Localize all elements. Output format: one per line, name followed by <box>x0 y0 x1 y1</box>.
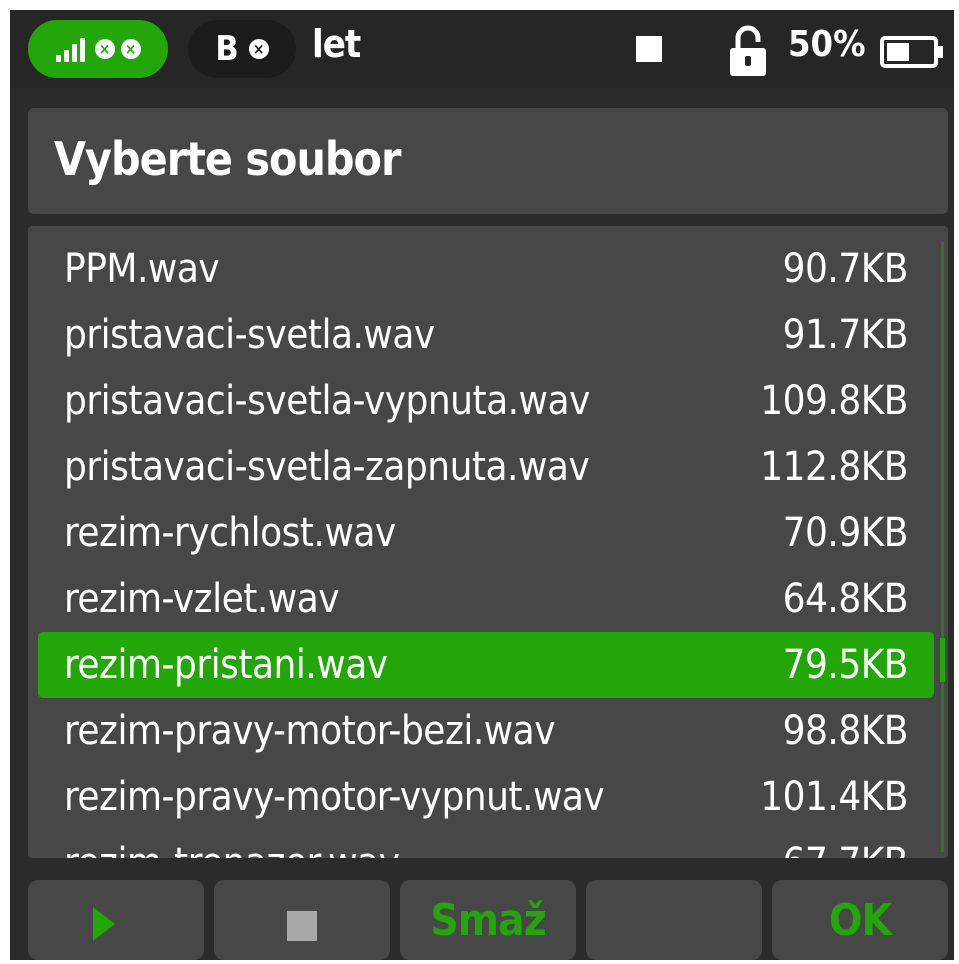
radio-screen: × × B × let 50% Vyberte soubor PPM.wav 9… <box>10 10 954 960</box>
file-size: 79.5KB <box>782 642 909 688</box>
signal-bars-icon <box>55 36 85 62</box>
dialog-title: Vyberte soubor <box>54 132 401 186</box>
file-row[interactable]: pristavaci-svetla-zapnuta.wav 112.8KB <box>38 434 934 500</box>
file-size: 91.7KB <box>782 312 909 358</box>
file-row[interactable]: PPM.wav 90.7KB <box>38 236 934 302</box>
bind-status-pill[interactable]: B × <box>188 20 296 78</box>
model-name[interactable]: let <box>312 22 361 66</box>
file-row[interactable]: rezim-rychlost.wav 70.9KB <box>38 500 934 566</box>
file-size: 67.7KB <box>783 840 909 858</box>
file-name: pristavaci-svetla-vypnuta.wav <box>64 378 590 424</box>
scrollbar-track[interactable] <box>941 242 944 852</box>
file-row[interactable]: rezim-pravy-motor-vypnut.wav 101.4KB <box>38 764 934 830</box>
scrollbar-thumb[interactable] <box>940 638 945 682</box>
file-name: rezim-pristani.wav <box>64 642 388 688</box>
file-name: pristavaci-svetla.wav <box>64 312 435 358</box>
battery-percent: 50% <box>788 24 866 65</box>
receiver-status-pill[interactable]: × × <box>28 20 168 78</box>
file-row[interactable]: rezim-pravy-motor-bezi.wav 98.8KB <box>38 698 934 764</box>
ok-button[interactable]: OK <box>772 880 948 960</box>
file-size: 109.8KB <box>760 378 908 424</box>
bind-label: B <box>215 29 239 69</box>
delete-button[interactable]: Smaž <box>400 880 576 960</box>
stop-button[interactable] <box>214 880 390 960</box>
file-size: 64.8KB <box>782 576 909 622</box>
file-name: pristavaci-svetla-zapnuta.wav <box>64 444 590 490</box>
play-button[interactable] <box>28 880 204 960</box>
dialog-header: Vyberte soubor <box>28 108 948 214</box>
delete-label: Smaž <box>430 894 546 946</box>
file-row-selected[interactable]: rezim-pristani.wav 79.5KB <box>38 632 934 698</box>
file-row[interactable]: pristavaci-svetla.wav 91.7KB <box>38 302 934 368</box>
stop-icon <box>287 911 317 941</box>
file-name: rezim-trenazer.wav <box>64 840 400 858</box>
x-circle-icon: × <box>120 39 141 59</box>
file-list[interactable]: PPM.wav 90.7KB pristavaci-svetla.wav 91.… <box>28 226 948 858</box>
empty-button[interactable] <box>586 880 762 960</box>
file-name: rezim-rychlost.wav <box>64 510 396 556</box>
file-row[interactable]: rezim-vzlet.wav 64.8KB <box>38 566 934 632</box>
file-size: 70.9KB <box>782 510 909 556</box>
file-row[interactable]: rezim-trenazer.wav 67.7KB <box>38 830 934 858</box>
play-icon <box>93 907 115 941</box>
file-size: 112.8KB <box>760 444 908 490</box>
file-size: 101.4KB <box>760 774 908 820</box>
file-size: 90.7KB <box>782 246 909 292</box>
file-name: rezim-vzlet.wav <box>64 576 340 622</box>
battery-icon <box>880 36 943 68</box>
stop-square-icon <box>636 36 662 62</box>
file-name: PPM.wav <box>64 246 220 292</box>
file-name: rezim-pravy-motor-vypnut.wav <box>64 774 605 820</box>
status-bar: × × B × let 50% <box>10 10 954 88</box>
ok-label: OK <box>828 894 892 946</box>
file-row[interactable]: pristavaci-svetla-vypnuta.wav 109.8KB <box>38 368 934 434</box>
file-size: 98.8KB <box>782 708 909 754</box>
x-circle-icon: × <box>248 39 269 59</box>
unlocked-padlock-icon[interactable] <box>726 22 770 78</box>
x-circle-icon: × <box>94 39 115 59</box>
file-name: rezim-pravy-motor-bezi.wav <box>64 708 556 754</box>
